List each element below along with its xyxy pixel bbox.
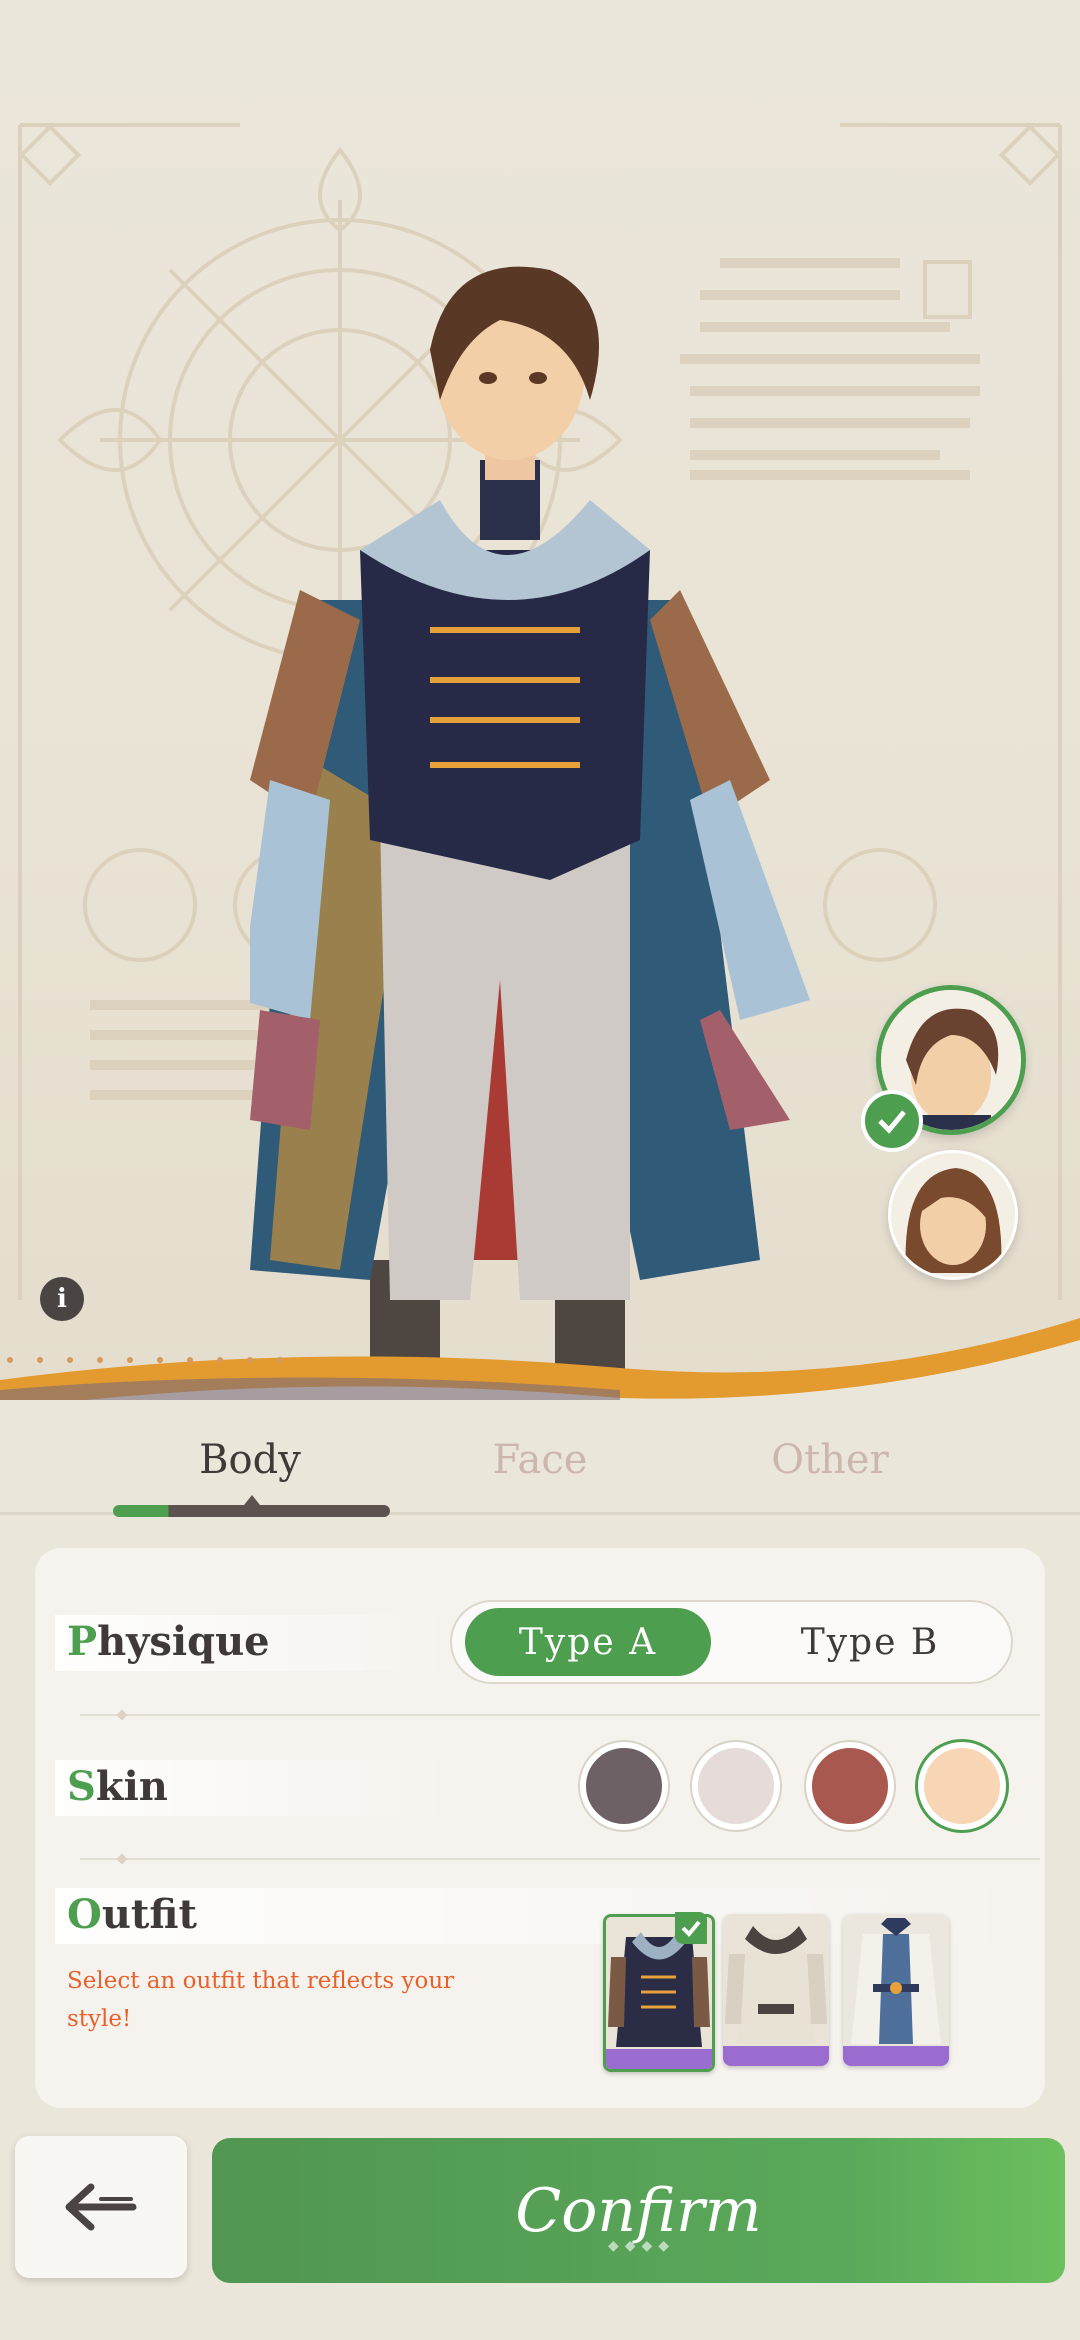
- avatar-selected-checkmark: [861, 1090, 923, 1152]
- arrow-left-icon: [65, 2183, 137, 2231]
- outfit-selected-checkmark: [675, 1912, 707, 1944]
- decorative-wave: [0, 1318, 1080, 1400]
- divider: [80, 1858, 1040, 1860]
- physique-type-a[interactable]: Type A: [465, 1608, 711, 1676]
- divider: [80, 1714, 1040, 1716]
- tab-bar: Body Face Other: [0, 1405, 1080, 1515]
- rarity-bar: [606, 2049, 712, 2069]
- confirm-label: Confirm: [515, 2175, 762, 2246]
- avatar-option-female[interactable]: [888, 1150, 1018, 1280]
- back-button[interactable]: [15, 2136, 187, 2278]
- outfit-option-3[interactable]: [843, 1914, 949, 2066]
- physique-type-b[interactable]: Type B: [747, 1608, 993, 1676]
- rarity-bar: [843, 2046, 949, 2066]
- skin-swatch-4[interactable]: [918, 1742, 1006, 1830]
- outfit-label: Outfit: [67, 1891, 197, 1938]
- outfit-option-2[interactable]: [723, 1914, 829, 2066]
- outfit-label-rest: utfit: [101, 1891, 197, 1938]
- female-avatar-icon: [891, 1153, 1015, 1277]
- checkmark-icon: [681, 1920, 701, 1937]
- tab-face[interactable]: Face: [395, 1405, 685, 1515]
- cream-tunic-outfit-icon: [723, 1914, 829, 2066]
- skin-label-initial: S: [67, 1763, 96, 1810]
- tab-active-indicator: [113, 1505, 390, 1517]
- skin-swatch-3[interactable]: [806, 1742, 894, 1830]
- outfit-label-initial: O: [67, 1891, 102, 1938]
- rarity-bar: [723, 2046, 829, 2066]
- skin-swatch-1[interactable]: [580, 1742, 668, 1830]
- confirm-decoration-dots: ◆◆◆◆: [608, 2238, 676, 2254]
- white-robe-outfit-icon: [843, 1914, 949, 2066]
- physique-toggle: Type A Type B: [450, 1600, 1013, 1684]
- skin-swatch-2[interactable]: [692, 1742, 780, 1830]
- checkmark-icon: [878, 1110, 906, 1134]
- physique-label-rest: hysique: [97, 1618, 270, 1665]
- character-model: [250, 266, 810, 1390]
- confirm-button[interactable]: Confirm: [212, 2138, 1065, 2283]
- tab-caret-icon: [244, 1495, 260, 1505]
- physique-label-initial: P: [67, 1618, 98, 1665]
- skin-label-rest: kin: [95, 1763, 168, 1810]
- outfit-hint-text: Select an outfit that reflects your styl…: [67, 1968, 455, 2032]
- character-preview: i: [0, 0, 1080, 1400]
- tab-other[interactable]: Other: [685, 1405, 975, 1515]
- physique-label: Physique: [67, 1618, 270, 1665]
- skin-label: Skin: [67, 1763, 168, 1810]
